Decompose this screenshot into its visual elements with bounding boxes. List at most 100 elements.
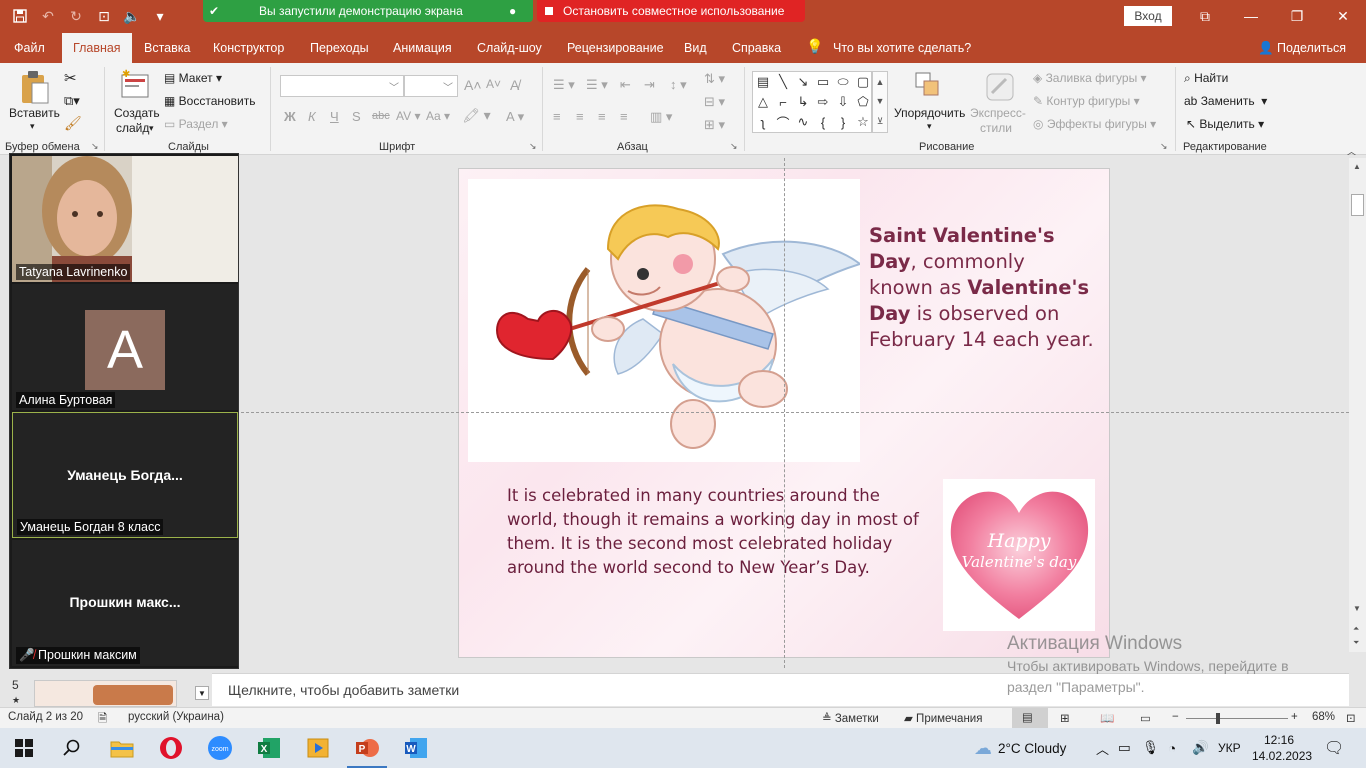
spacing-icon[interactable]: AV ▾ [396, 109, 420, 123]
gallery-up-icon[interactable]: ▲ [876, 77, 885, 87]
shape-effects-button[interactable]: ◎ Эффекты фигуры ▾ [1033, 117, 1156, 131]
thumbnail-scroll-down-icon[interactable]: ▼ [195, 686, 209, 700]
heart-image[interactable]: Happy Valentine's day [943, 479, 1095, 631]
tab-help[interactable]: Справка [724, 33, 789, 63]
strikethrough-icon[interactable]: abc [372, 110, 390, 122]
scroll-up-icon[interactable]: ▲ [1353, 162, 1361, 171]
italic-icon[interactable]: К [308, 109, 316, 124]
comments-toggle[interactable]: ▰ Примечания [904, 711, 982, 725]
cupid-image[interactable] [468, 179, 863, 462]
excel-icon[interactable]: X [255, 734, 283, 762]
notes-toggle[interactable]: ≜ Заметки [822, 711, 879, 725]
reset-button[interactable]: ▦ Восстановить [164, 94, 256, 108]
shadow-icon[interactable]: S [352, 109, 361, 124]
search-icon[interactable] [58, 734, 86, 762]
copy-icon[interactable]: ⧉▾ [64, 93, 80, 109]
arrange-icon[interactable] [914, 71, 944, 104]
drawing-launcher-icon[interactable]: ↘ [1160, 141, 1168, 152]
powerpoint-icon[interactable]: P [353, 734, 381, 762]
justify-icon[interactable]: ≡ [620, 109, 628, 124]
slide-title-text[interactable]: Saint Valentine's Day, commonly known as… [869, 223, 1094, 353]
tab-file[interactable]: Файл [6, 33, 53, 63]
decrease-indent-icon[interactable]: ⇤ [620, 77, 631, 93]
undo-icon[interactable]: ↶ [36, 4, 60, 28]
format-painter-icon[interactable]: 🖌 [64, 115, 82, 132]
notifications-icon[interactable]: 🗨 [1324, 728, 1344, 768]
font-size-dropdown[interactable]: ﹀ [404, 75, 458, 97]
tab-view[interactable]: Вид [676, 33, 715, 63]
slide-sorter-icon[interactable]: ⊞ [1060, 711, 1070, 725]
weather-widget[interactable]: ☁ 2°C Cloudy [974, 728, 1066, 768]
media-player-icon[interactable] [304, 734, 332, 762]
align-right-icon[interactable]: ≡ [598, 109, 606, 124]
zoom-app-icon[interactable]: zoom [206, 734, 234, 762]
clipboard-launcher-icon[interactable]: ↘ [91, 141, 99, 152]
increase-font-icon[interactable]: A˄ [464, 77, 482, 93]
section-button[interactable]: ▭ Раздел ▾ [164, 117, 228, 131]
new-slide-label-2[interactable]: слайд [116, 121, 149, 135]
signin-button[interactable]: Вход [1124, 6, 1172, 26]
bullets-icon[interactable]: ☰ ▾ [553, 77, 575, 93]
quick-styles-icon[interactable] [984, 71, 1016, 106]
font-name-dropdown[interactable]: ﹀ [280, 75, 404, 97]
align-center-icon[interactable]: ≡ [576, 109, 584, 124]
align-left-icon[interactable]: ≡ [553, 109, 561, 124]
show-hidden-icons[interactable]: ︿ [1096, 728, 1109, 768]
shape-rounded-rect-icon[interactable]: ▢ [853, 72, 873, 92]
shape-fill-button[interactable]: ◈ Заливка фигуры ▾ [1033, 71, 1147, 85]
clear-formatting-icon[interactable]: A̸ [510, 77, 519, 93]
shape-rect-icon[interactable]: ▭ [813, 72, 833, 92]
arrange-dropdown-icon[interactable]: ▾ [927, 121, 932, 132]
tab-insert[interactable]: Вставка [136, 33, 198, 63]
audio-icon[interactable]: 🔈 [120, 4, 144, 28]
slide-body-text[interactable]: It is celebrated in many countries aroun… [507, 484, 927, 580]
shape-right-arrow-icon[interactable]: ⇨ [813, 92, 833, 112]
font-launcher-icon[interactable]: ↘ [529, 141, 537, 152]
tab-transitions[interactable]: Переходы [302, 33, 377, 63]
shapes-gallery[interactable]: ▤ ╲ ↘ ▭ ⬭ ▢ △ ⌐ ↳ ⇨ ⇩ ⬠ ʅ ⌒ ∿{} ☆ [752, 71, 872, 133]
replace-button[interactable]: ab Заменить ▾ [1184, 94, 1267, 108]
shape-curve-icon[interactable]: ⌒ [773, 112, 793, 132]
tell-me-search[interactable]: Что вы хотите сделать? [825, 33, 979, 63]
battery-icon[interactable]: ▭ [1118, 728, 1131, 768]
numbering-icon[interactable]: ☰ ▾ [586, 77, 608, 93]
shape-arrow-line-icon[interactable]: ↘ [793, 72, 813, 92]
vertical-guide[interactable] [784, 158, 785, 668]
redo-icon[interactable]: ↻ [64, 4, 88, 28]
zoom-slider[interactable] [1186, 713, 1288, 724]
shape-line-icon[interactable]: ╲ [773, 72, 793, 92]
shape-down-arrow-icon[interactable]: ⇩ [833, 92, 853, 112]
shape-wave-icon[interactable]: ∿ [793, 112, 813, 132]
shape-star-icon[interactable]: ☆ [853, 112, 873, 132]
cut-icon[interactable]: ✂ [64, 69, 77, 87]
wifi-icon[interactable]: ◔ [1168, 728, 1176, 768]
file-explorer-icon[interactable] [108, 734, 136, 762]
slideshow-view-icon[interactable]: ▭ [1140, 711, 1151, 725]
change-case-icon[interactable]: Aa ▾ [426, 109, 450, 123]
highlight-icon[interactable]: 🖍 ▾ [462, 107, 491, 124]
reading-view-icon[interactable]: 📖 [1100, 711, 1114, 725]
text-direction-icon[interactable]: ⇅ ▾ [704, 71, 725, 87]
participant-tile-1[interactable]: Tatyana Lavrinenko [12, 156, 238, 282]
line-spacing-icon[interactable]: ↕ ▾ [670, 77, 687, 93]
bold-icon[interactable]: Ж [284, 109, 296, 124]
zoom-in-icon[interactable]: + [1291, 711, 1298, 723]
layout-button[interactable]: ▤ Макет ▾ [164, 71, 222, 85]
paste-dropdown-icon[interactable]: ▾ [30, 121, 35, 132]
increase-indent-icon[interactable]: ⇥ [644, 77, 655, 93]
windows-start-icon[interactable] [10, 734, 38, 762]
underline-icon[interactable]: Ч [330, 109, 339, 124]
quick-styles-label-2[interactable]: стили [980, 121, 1012, 135]
quick-styles-label-1[interactable]: Экспресс- [970, 106, 1026, 120]
font-color-icon[interactable]: A ▾ [506, 109, 524, 125]
normal-view-button[interactable]: ▤ [1012, 708, 1048, 728]
present-icon[interactable]: ⊡ [92, 4, 116, 28]
minimize-icon[interactable]: — [1228, 0, 1274, 32]
shape-brace-right-icon[interactable]: } [833, 112, 853, 132]
vertical-scrollbar[interactable]: ▲ ▼ ⏶ ⏷ [1349, 158, 1366, 652]
slide-thumbnail-5[interactable] [34, 680, 177, 707]
zoom-level[interactable]: 68% [1312, 711, 1335, 723]
zoom-slider-knob[interactable] [1216, 713, 1220, 724]
shape-elbow-icon[interactable]: ⌐ [773, 92, 793, 112]
microphone-icon[interactable]: 🎙 [1142, 728, 1159, 768]
